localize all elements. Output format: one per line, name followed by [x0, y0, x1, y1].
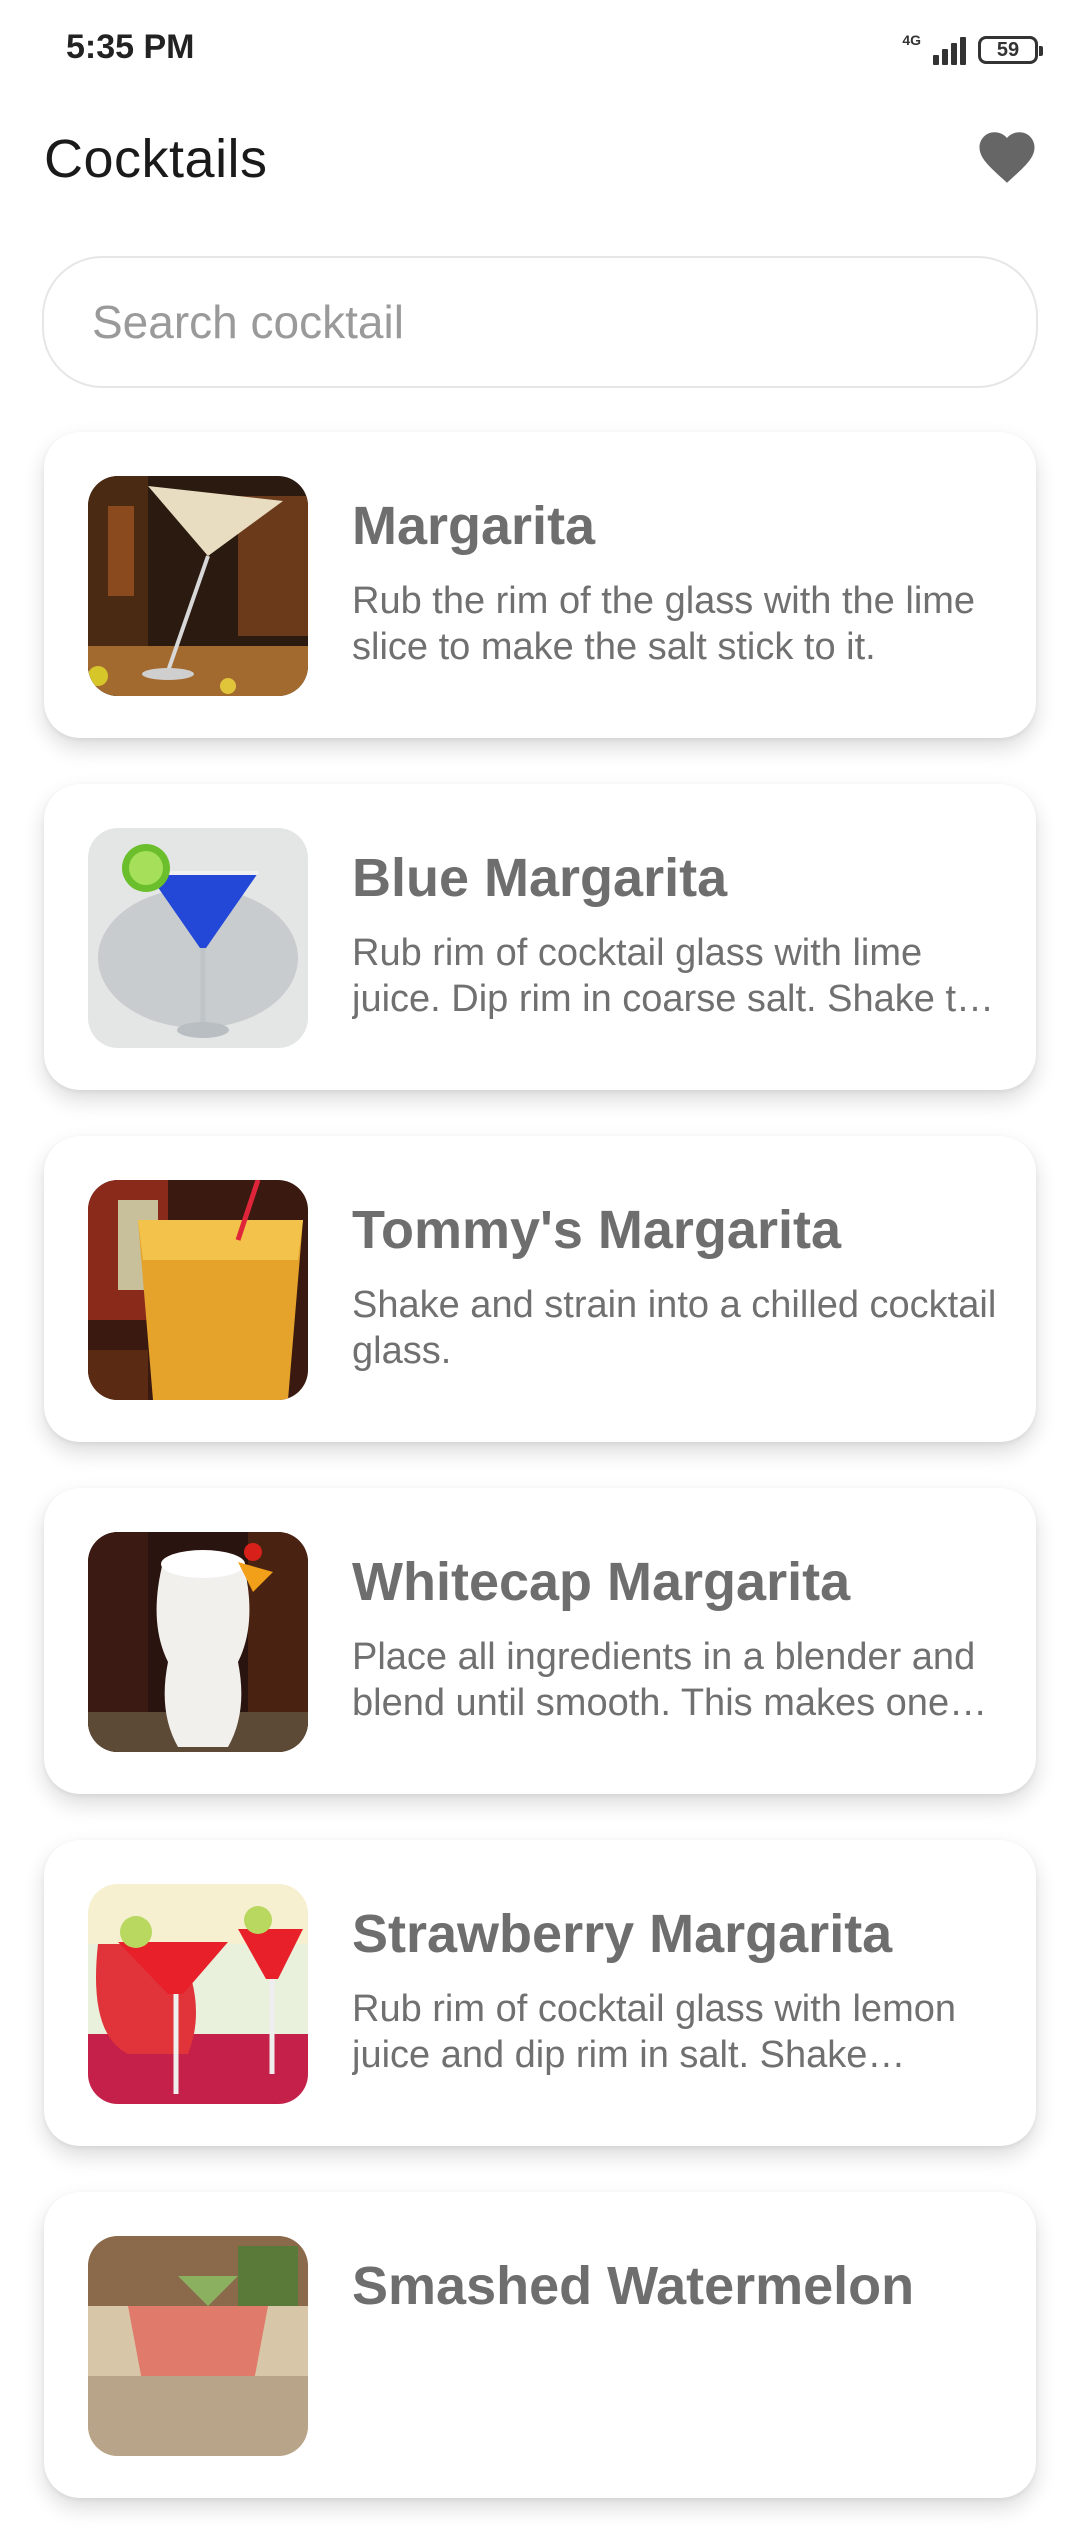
cocktail-card[interactable]: Tommy's Margarita Shake and strain into … — [44, 1136, 1036, 1442]
cocktail-list: Margarita Rub the rim of the glass with … — [44, 432, 1036, 2544]
cocktail-name: Margarita — [352, 496, 596, 556]
cocktail-description: Rub rim of cocktail glass with lime juic… — [352, 932, 999, 1020]
status-bar: 5:35 PM 4G 59 — [0, 0, 1080, 100]
cocktail-image — [88, 1884, 308, 2104]
cocktail-card[interactable]: Smashed Watermelon — [44, 2192, 1036, 2498]
search-input[interactable] — [90, 294, 974, 350]
search-bar[interactable] — [42, 256, 1038, 388]
cocktail-description: Rub rim of cocktail glass with lemon jui… — [352, 1988, 956, 2076]
page-title: Cocktails — [44, 129, 268, 189]
network-type-label: 4G — [902, 32, 921, 48]
cocktail-card[interactable]: Margarita Rub the rim of the glass with … — [44, 432, 1036, 738]
cocktail-image — [88, 476, 308, 696]
cocktail-description: Rub the rim of the glass with the lime s… — [352, 580, 976, 668]
cocktail-name: Smashed Watermelon — [352, 2256, 915, 2316]
heart-icon[interactable] — [974, 124, 1040, 190]
cocktail-name: Tommy's Margarita — [352, 1200, 841, 1260]
cocktail-description: Shake and strain into a chilled cocktail… — [352, 1284, 997, 1372]
cocktail-card[interactable]: Strawberry Margarita Rub rim of cocktail… — [44, 1840, 1036, 2146]
cocktail-name: Whitecap Margarita — [352, 1552, 851, 1612]
cocktail-description: Place all ingredients in a blender and b… — [352, 1636, 976, 1724]
status-time: 5:35 PM — [66, 28, 195, 66]
signal-icon — [933, 35, 966, 65]
cocktail-name: Blue Margarita — [352, 848, 728, 908]
cocktail-card[interactable]: Blue Margarita Rub rim of cocktail glass… — [44, 784, 1036, 1090]
cocktail-image — [88, 1180, 308, 1400]
cocktail-image — [88, 828, 308, 1048]
battery-icon: 59 — [978, 36, 1043, 64]
status-indicators: 4G 59 — [902, 28, 1043, 72]
cocktail-image — [88, 1532, 308, 1752]
battery-level: 59 — [996, 38, 1020, 61]
cocktail-name: Strawberry Margarita — [352, 1904, 893, 1964]
cocktail-image — [88, 2236, 308, 2456]
cocktail-card[interactable]: Whitecap Margarita Place all ingredients… — [44, 1488, 1036, 1794]
